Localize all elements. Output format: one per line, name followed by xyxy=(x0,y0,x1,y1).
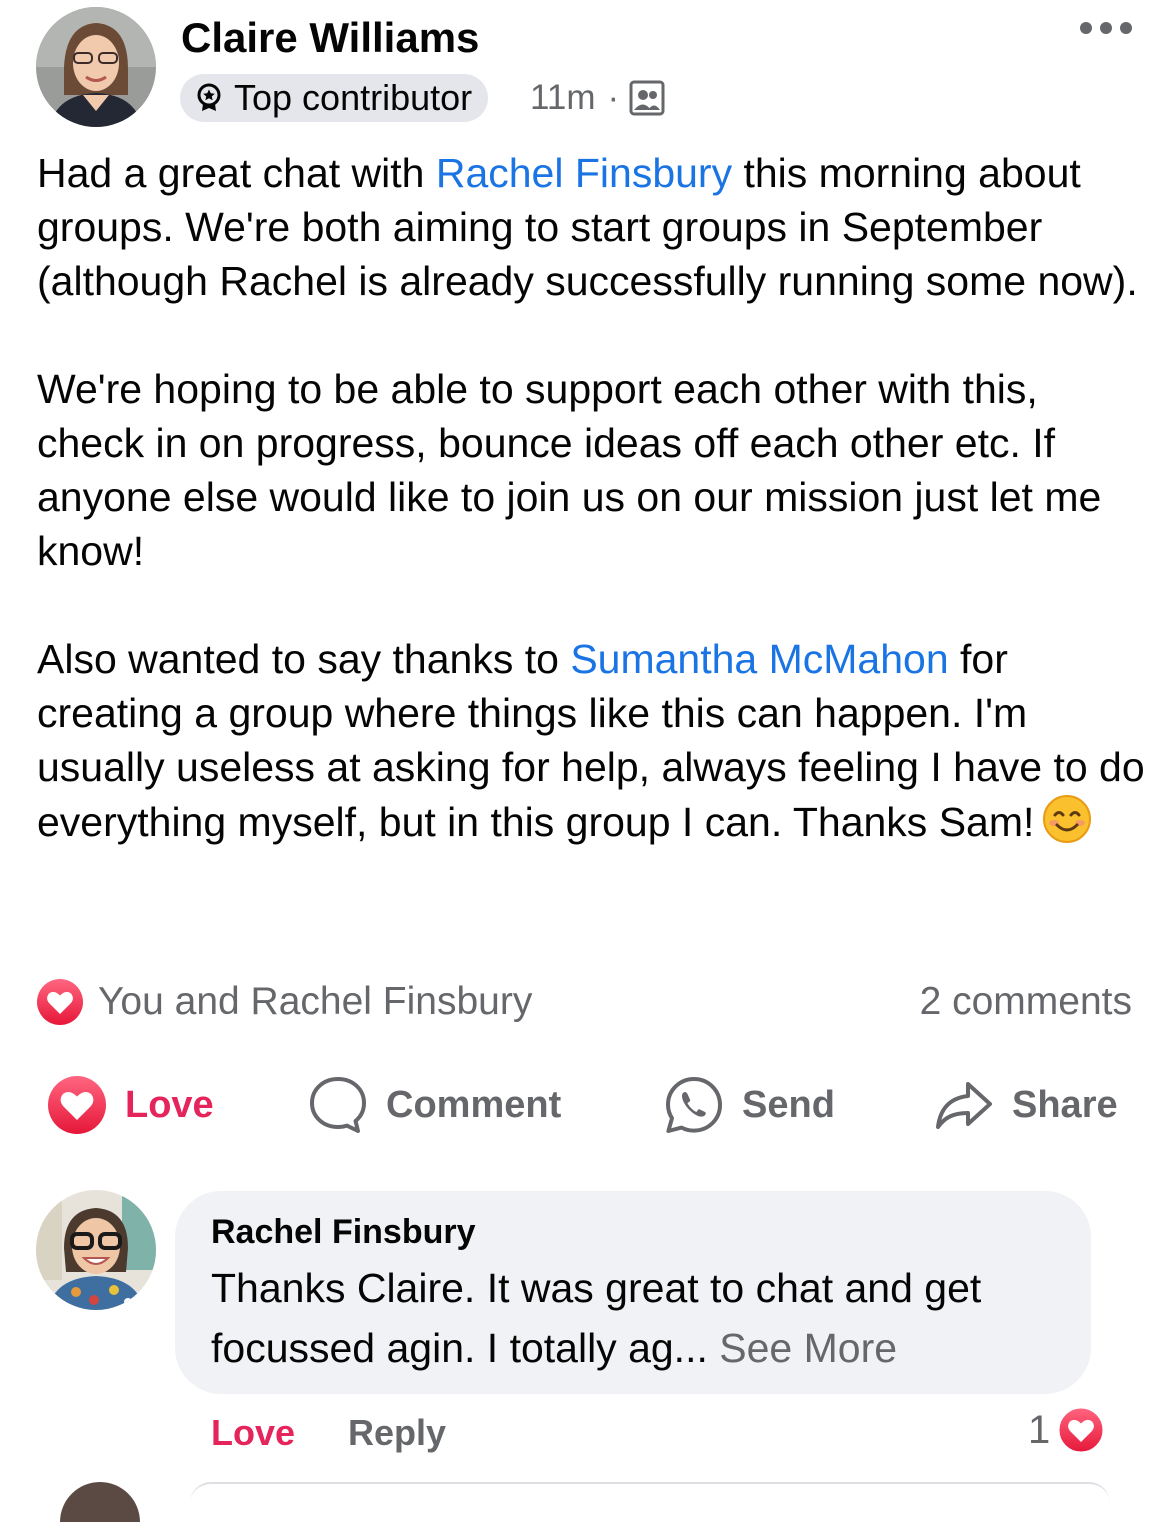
commenter-name[interactable]: Rachel Finsbury xyxy=(211,1213,1055,1252)
commenter-avatar[interactable] xyxy=(36,1190,156,1310)
post-text: Also wanted to say thanks to xyxy=(37,636,571,682)
author-avatar[interactable] xyxy=(36,7,156,127)
mention-link[interactable]: Sumantha McMahon xyxy=(570,636,948,682)
love-label: Love xyxy=(125,1083,214,1126)
post-paragraph: We're hoping to be able to support each … xyxy=(37,366,1102,574)
love-reaction-icon xyxy=(37,979,83,1025)
comment-reaction-summary[interactable]: 1 xyxy=(1028,1405,1106,1455)
top-contributor-badge[interactable]: Top contributor xyxy=(180,74,489,122)
next-comment-bubble[interactable] xyxy=(190,1482,1110,1524)
post-action-bar: Love Comment Send Share xyxy=(0,1075,1170,1141)
more-dot-icon xyxy=(1120,22,1132,34)
comment-reaction-count: 1 xyxy=(1028,1407,1051,1452)
love-reaction-icon xyxy=(1056,1405,1106,1455)
comment-bubble[interactable]: Rachel Finsbury Thanks Claire. It was gr… xyxy=(175,1191,1091,1394)
see-more-link[interactable]: See More xyxy=(719,1325,897,1371)
badge-label: Top contributor xyxy=(234,77,473,118)
comment-reply-button[interactable]: Reply xyxy=(348,1412,446,1454)
post-text: Had a great chat with xyxy=(37,150,436,196)
share-label: Share xyxy=(1012,1083,1118,1126)
love-reaction-icon xyxy=(48,1076,106,1134)
comments-count[interactable]: 2 comments xyxy=(920,980,1132,1024)
award-icon xyxy=(197,83,221,111)
love-button[interactable]: Love xyxy=(47,1075,214,1135)
group-members-icon xyxy=(629,80,665,116)
smiling-emoji-icon xyxy=(1043,795,1092,843)
post-body: Had a great chat with Rachel Finsbury th… xyxy=(37,146,1147,849)
comment-love-button[interactable]: Love xyxy=(211,1412,295,1454)
post-meta: 11m · xyxy=(530,78,665,118)
whatsapp-icon xyxy=(666,1077,722,1133)
post-paragraph: Also wanted to say thanks to Sumantha Mc… xyxy=(37,632,1147,849)
meta-separator: · xyxy=(607,78,620,117)
author-name[interactable]: Claire Williams xyxy=(181,14,479,62)
more-dot-icon xyxy=(1080,22,1092,34)
comment-icon xyxy=(310,1077,366,1133)
more-dot-icon xyxy=(1100,22,1112,34)
comment-button[interactable]: Comment xyxy=(308,1075,561,1135)
reactions-text: You and Rachel Finsbury xyxy=(98,980,533,1023)
comment-text: Thanks Claire. It was great to chat and … xyxy=(211,1258,1055,1378)
mention-link[interactable]: Rachel Finsbury xyxy=(436,150,732,196)
reactions-summary[interactable]: You and Rachel Finsbury xyxy=(36,978,532,1026)
share-arrow-icon xyxy=(936,1082,992,1129)
post-timestamp[interactable]: 11m xyxy=(530,78,596,118)
send-label: Send xyxy=(742,1083,835,1126)
more-options-button[interactable] xyxy=(1080,22,1132,34)
send-button[interactable]: Send xyxy=(664,1075,835,1135)
next-commenter-avatar[interactable] xyxy=(60,1482,140,1522)
comment-label: Comment xyxy=(386,1083,562,1126)
post-paragraph: Had a great chat with Rachel Finsbury th… xyxy=(37,146,1147,308)
share-button[interactable]: Share xyxy=(934,1075,1118,1135)
